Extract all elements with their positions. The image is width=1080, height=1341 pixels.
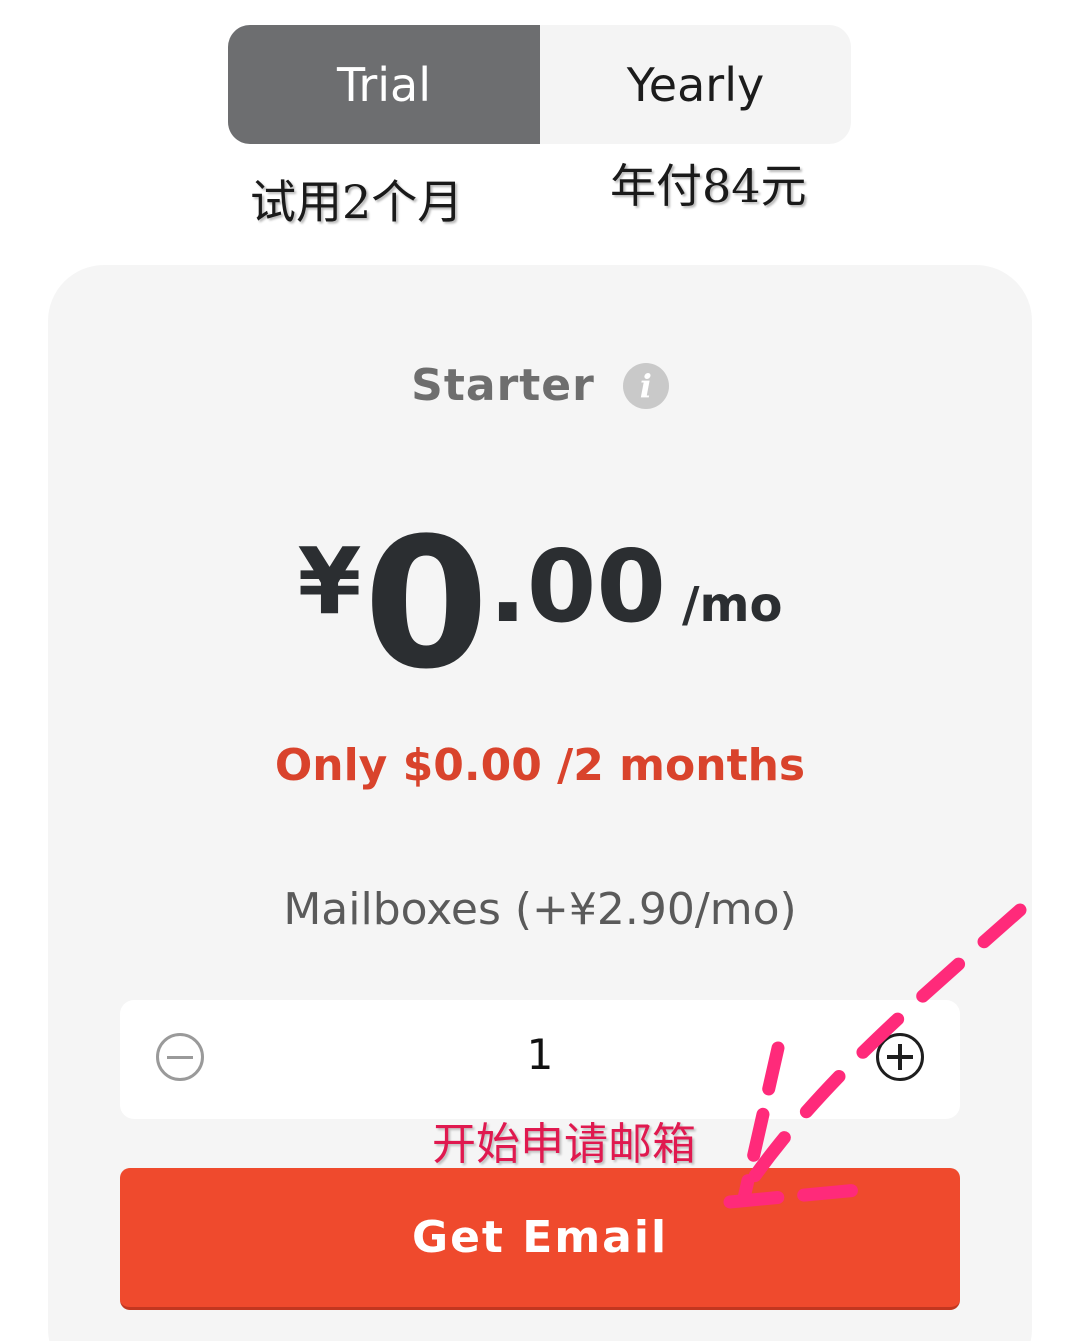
plus-circle-icon[interactable] [876, 1033, 924, 1081]
price-period: /mo [681, 577, 783, 633]
tab-yearly[interactable]: Yearly [540, 25, 851, 144]
plan-price: ¥ 0 .00 /mo [0, 500, 1080, 709]
promo-text: Only $0.00 /2 months [274, 740, 806, 791]
yearly-annotation: 年付84元 [610, 159, 807, 213]
plan-header: Starter i [0, 360, 1080, 411]
pricing-page: Trial Yearly 试用2个月 年付84元 Starter i ¥ 0 .… [0, 0, 1080, 1341]
billing-period-toggle: Trial Yearly [228, 25, 851, 144]
price-currency: ¥ [297, 528, 362, 635]
mailboxes-label: Mailboxes (+¥2.90/mo) [283, 884, 797, 935]
mailbox-quantity-value[interactable]: 1 [120, 1030, 960, 1079]
plan-name: Starter [411, 360, 595, 411]
cta-annotation: 开始申请邮箱 [432, 1119, 696, 1170]
trial-annotation: 试用2个月 [250, 175, 464, 229]
price-decimal: .00 [488, 528, 666, 645]
mailbox-quantity-stepper: 1 [120, 1000, 960, 1119]
tab-trial[interactable]: Trial [228, 25, 540, 144]
price-integer: 0 [363, 500, 489, 709]
get-email-button[interactable]: Get Email [120, 1168, 960, 1310]
info-icon[interactable]: i [622, 362, 669, 409]
